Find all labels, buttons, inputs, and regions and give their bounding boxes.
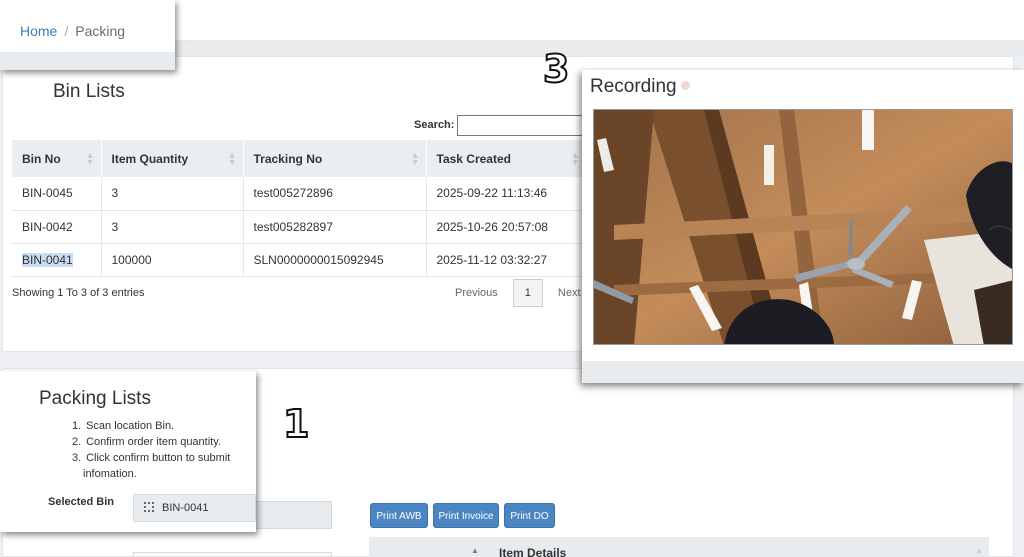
breadcrumb-current: Packing bbox=[75, 23, 126, 39]
search-label: Search: bbox=[414, 119, 455, 131]
pagination: Previous 1 Next bbox=[455, 279, 581, 307]
next-field[interactable] bbox=[133, 552, 332, 557]
cell-tracking-no: SLN0000000015092945 bbox=[243, 243, 427, 277]
instruction-step: 1. Scan location Bin. bbox=[72, 420, 175, 432]
instruction-step: 2. Confirm order item quantity. bbox=[72, 436, 221, 448]
cell-item-quantity: 3 bbox=[101, 177, 244, 211]
selected-bin-field[interactable]: BIN-0041 bbox=[133, 494, 256, 522]
bin-list-title: Bin Lists bbox=[53, 81, 125, 102]
recording-card-footer bbox=[582, 361, 1024, 383]
breadcrumb: Home / Packing bbox=[20, 23, 125, 39]
breadcrumb-card-footer bbox=[0, 52, 175, 70]
selected-bin-highlight: BIN-0041 bbox=[22, 252, 73, 267]
column-header-item-quantity[interactable]: Item Quantity ▲ ▼ bbox=[101, 140, 244, 177]
pagination-page-1[interactable]: 1 bbox=[512, 279, 543, 307]
recording-indicator-icon bbox=[680, 81, 690, 90]
sort-icon: ▲ bbox=[975, 546, 983, 555]
breadcrumb-separator: / bbox=[64, 23, 69, 39]
camera-feed bbox=[593, 109, 1013, 345]
table-row[interactable]: BIN-0045 3 test005272896 2025-09-22 11:1… bbox=[12, 177, 587, 211]
recording-card: Recording bbox=[582, 70, 1024, 383]
qr-code-icon bbox=[144, 502, 154, 512]
item-details-header: ▲ Item Details ▲ bbox=[369, 537, 989, 557]
column-header-bin-no[interactable]: Bin No ▲ ▼ bbox=[12, 140, 102, 177]
breadcrumb-card: Home / Packing bbox=[0, 0, 175, 70]
cell-tracking-no: test005282897 bbox=[243, 210, 427, 244]
sort-icon: ▲ ▼ bbox=[227, 150, 237, 167]
instruction-step: 3. Click confirm button to submit infomat… bbox=[72, 452, 231, 480]
sort-icon: ▲ ▼ bbox=[85, 150, 95, 167]
cell-task-created: 2025-09-22 11:13:46 bbox=[426, 177, 587, 211]
recording-title: Recording bbox=[590, 76, 690, 98]
annotation-marker-3: 3 bbox=[542, 46, 570, 92]
cell-tracking-no: test005272896 bbox=[243, 177, 427, 211]
item-details-label[interactable]: Item Details bbox=[499, 546, 566, 557]
print-invoice-button[interactable]: Print Invoice bbox=[433, 503, 499, 528]
bin-table: Bin No ▲ ▼ Item Quantity ▲ ▼ Tracking No ▲ ▼ T… bbox=[12, 140, 587, 277]
bin-table-header: Bin No ▲ ▼ Item Quantity ▲ ▼ Tracking No ▲ ▼ T… bbox=[12, 140, 587, 177]
sort-icon: ▲ ▼ bbox=[410, 150, 420, 167]
column-header-tracking-no[interactable]: Tracking No ▲ ▼ bbox=[243, 140, 427, 177]
column-header-task-created[interactable]: Task Created ▲ ▼ bbox=[426, 140, 587, 177]
breadcrumb-home-link[interactable]: Home bbox=[20, 23, 57, 39]
selected-bin-label: Selected Bin bbox=[48, 496, 115, 508]
cell-bin-no: BIN-0041 bbox=[12, 243, 102, 277]
cell-item-quantity: 3 bbox=[101, 210, 244, 244]
pagination-next[interactable]: Next bbox=[558, 287, 581, 299]
annotation-marker-1: 1 bbox=[282, 401, 310, 447]
sort-icon: ▲ ▼ bbox=[570, 150, 580, 167]
cell-item-quantity: 100000 bbox=[101, 243, 244, 277]
packing-lists-card: Packing Lists 1. Scan location Bin. 2. C… bbox=[0, 371, 256, 532]
camera-image bbox=[594, 110, 1012, 344]
sort-asc-icon[interactable]: ▲ bbox=[471, 546, 479, 555]
cell-bin-no: BIN-0045 bbox=[12, 177, 102, 211]
print-awb-button[interactable]: Print AWB bbox=[370, 503, 428, 528]
table-row[interactable]: BIN-0042 3 test005282897 2025-10-26 20:5… bbox=[12, 210, 587, 244]
search-input[interactable] bbox=[457, 115, 597, 136]
packing-instructions: 1. Scan location Bin. 2. Confirm order i… bbox=[72, 418, 242, 482]
cell-bin-no: BIN-0042 bbox=[12, 210, 102, 244]
selected-bin-value: BIN-0041 bbox=[162, 502, 209, 514]
print-do-button[interactable]: Print DO bbox=[504, 503, 555, 528]
entries-info: Showing 1 To 3 of 3 entries bbox=[12, 287, 145, 299]
table-row[interactable]: BIN-0041 100000 SLN0000000015092945 2025… bbox=[12, 243, 587, 277]
pagination-previous[interactable]: Previous bbox=[455, 287, 498, 299]
packing-lists-title: Packing Lists bbox=[39, 388, 151, 409]
cell-task-created: 2025-11-12 03:32:27 bbox=[426, 243, 587, 277]
cell-task-created: 2025-10-26 20:57:08 bbox=[426, 210, 587, 244]
